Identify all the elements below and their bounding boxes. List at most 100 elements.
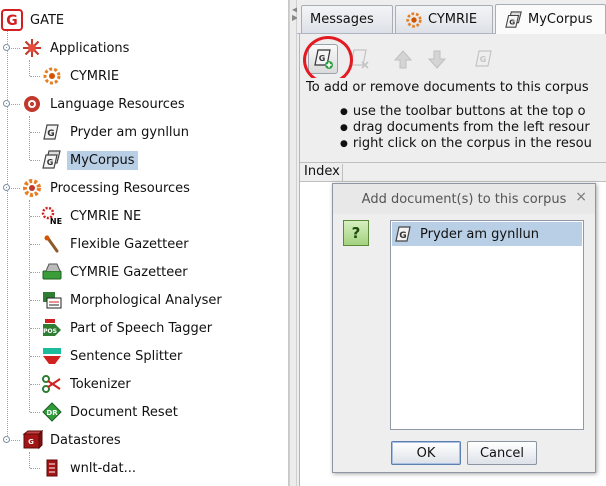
tree-root-label: GATE (30, 12, 65, 28)
svg-text:NE: NE (50, 217, 62, 226)
tree-item-label: Tokenizer (70, 376, 131, 392)
tree-item-cymrie-gazetteer[interactable]: CYMRIE Gazetteer (40, 260, 191, 284)
tree-item-label: wnlt-dat... (70, 460, 136, 476)
svg-text:G: G (509, 17, 515, 26)
tree-item-label: MyCorpus (67, 150, 138, 170)
tree-item-datastore-wnlt[interactable]: wnlt-dat... (40, 456, 139, 480)
highlight-ring (303, 36, 353, 84)
tree-line (30, 244, 40, 245)
document-icon: G (40, 120, 64, 144)
corpus-icon: G (40, 148, 64, 172)
move-up-button[interactable] (388, 44, 418, 74)
dialog-title: Add document(s) to this corpus (361, 191, 567, 207)
tree-item-label: CYMRIE Gazetteer (70, 264, 188, 280)
tree-item-tokenizer[interactable]: Tokenizer (40, 372, 134, 396)
svg-text:G: G (480, 55, 487, 64)
tab-cymrie[interactable]: CYMRIE (395, 5, 493, 33)
expand-knob-processing-resources[interactable] (3, 184, 10, 191)
close-icon[interactable]: × (575, 189, 587, 205)
tree-item-morphological-analyser[interactable]: Morphological Analyser (40, 288, 225, 312)
datastore-icon (40, 456, 64, 480)
tree-item-datastores[interactable]: G Datastores (20, 428, 124, 452)
document-list[interactable]: G Pryder am gynllun (390, 220, 584, 430)
ok-button[interactable]: OK (391, 441, 461, 465)
tree-item-cymrie-ne[interactable]: NE CYMRIE NE (40, 204, 144, 228)
applications-icon (20, 36, 44, 60)
tree-item-sentence-splitter[interactable]: Sentence Splitter (40, 344, 185, 368)
documents-table-header: Index (300, 162, 606, 182)
processing-resources-icon (20, 176, 44, 200)
question-icon: ? (343, 220, 369, 246)
tree-line (30, 76, 40, 77)
tab-label: MyCorpus (528, 12, 593, 27)
instructions-list: use the toolbar buttons at the top o dra… (340, 104, 592, 152)
tree-line (29, 60, 30, 76)
instruction-item: use the toolbar buttons at the top o (340, 104, 592, 120)
tree-item-document-reset[interactable]: DR Document Reset (40, 400, 181, 424)
document-reset-icon: DR (40, 400, 64, 424)
column-header-index[interactable]: Index (304, 164, 343, 181)
tree-line (30, 412, 40, 413)
corpus-toolbar: G G (300, 34, 606, 84)
split-pane-divider[interactable]: ◀ ▶ (289, 0, 298, 486)
tree-item-label: CYMRIE (70, 68, 120, 84)
tree-item-label: Sentence Splitter (70, 348, 183, 364)
arrow-down-icon (427, 50, 447, 69)
resource-tree[interactable]: G GATE Applications CYMRIE Language Reso… (0, 0, 289, 486)
tab-label: CYMRIE (428, 12, 478, 27)
add-documents-dialog: Add document(s) to this corpus × ? G Pry… (332, 183, 596, 473)
gate-logo-icon: G (0, 8, 24, 32)
expand-knob-datastores[interactable] (3, 436, 10, 443)
tree-line (7, 24, 8, 440)
dialog-title-bar[interactable]: Add document(s) to this corpus (333, 184, 595, 214)
tree-item-pos-tagger[interactable]: POS Part of Speech Tagger (40, 316, 215, 340)
tab-mycorpus[interactable]: G MyCorpus (495, 4, 606, 34)
gazetteer-icon (40, 260, 64, 284)
cancel-button[interactable]: Cancel (467, 441, 537, 465)
move-down-button[interactable] (422, 44, 452, 74)
tree-line (30, 356, 40, 357)
tree-item-label: Document Reset (70, 404, 178, 420)
tree-item-applications[interactable]: Applications (20, 36, 132, 60)
pos-tagger-icon: POS (40, 316, 64, 340)
application-gear-icon (404, 10, 424, 30)
tab-label: Messages (310, 12, 374, 27)
tree-item-label: Applications (50, 40, 130, 56)
ne-transducer-icon: NE (40, 204, 64, 228)
tree-item-label: Morphological Analyser (70, 292, 222, 308)
instructions-panel: To add or remove documents to this corpu… (300, 78, 606, 162)
tree-item-mycorpus[interactable]: G MyCorpus (40, 148, 138, 172)
tokenizer-icon (40, 372, 64, 396)
tree-line (30, 272, 40, 273)
svg-text:G: G (399, 231, 406, 241)
tree-root-gate[interactable]: G GATE (0, 8, 67, 32)
tree-item-processing-resources[interactable]: Processing Resources (20, 176, 193, 200)
tree-line (30, 384, 40, 385)
arrow-up-icon (393, 50, 413, 69)
tree-item-language-resources[interactable]: Language Resources (20, 92, 188, 116)
tree-line (30, 300, 40, 301)
tree-line (30, 160, 40, 161)
svg-text:G: G (47, 129, 54, 139)
expand-knob-applications[interactable] (3, 44, 10, 51)
open-document-button[interactable]: G (468, 44, 498, 74)
tab-messages[interactable]: Messages (301, 5, 393, 33)
tree-item-label: Language Resources (50, 96, 185, 112)
tree-line (29, 116, 30, 160)
list-item-label: Pryder am gynllun (420, 226, 540, 242)
tree-line (30, 132, 40, 133)
tree-line (30, 468, 40, 469)
application-gear-icon (40, 64, 64, 88)
tree-item-cymrie-app[interactable]: CYMRIE (40, 64, 122, 88)
svg-text:G: G (28, 438, 34, 446)
expand-knob-language-resources[interactable] (3, 100, 10, 107)
tree-line (29, 200, 30, 412)
tree-item-flexible-gazetteer[interactable]: Flexible Gazetteer (40, 232, 192, 256)
svg-text:POS: POS (43, 328, 57, 335)
tree-item-label: Flexible Gazetteer (70, 236, 189, 252)
tree-item-label: Processing Resources (50, 180, 190, 196)
list-item[interactable]: G Pryder am gynllun (392, 222, 582, 246)
document-icon: G (475, 50, 492, 67)
tree-item-document-pryder[interactable]: G Pryder am gynllun (40, 120, 192, 144)
svg-text:G: G (47, 158, 54, 167)
